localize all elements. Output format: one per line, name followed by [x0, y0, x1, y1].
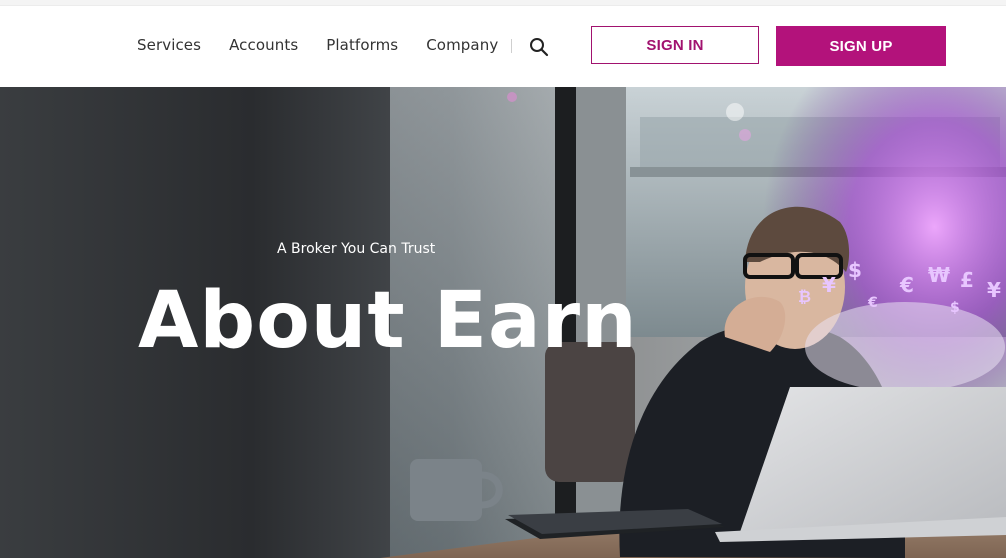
main-nav: Services Accounts Platforms Company: [137, 36, 526, 54]
currency-symbol: $: [950, 300, 960, 316]
currency-symbol: ₿: [798, 287, 811, 306]
currency-symbol: ¥: [987, 278, 1001, 302]
nav-item-services[interactable]: Services: [137, 36, 201, 54]
hero-banner: $ ¥ € ₩ £ ¥ ₿ € $ A Broker You Can Trust…: [0, 87, 1006, 558]
currency-symbol: ₩: [928, 263, 950, 287]
nav-item-company[interactable]: Company: [426, 36, 498, 54]
hero-kicker: A Broker You Can Trust: [277, 241, 436, 257]
search-icon[interactable]: [529, 37, 549, 57]
currency-symbol: €: [867, 295, 878, 311]
currency-symbol: €: [899, 273, 914, 297]
nav-item-accounts[interactable]: Accounts: [229, 36, 298, 54]
sign-in-button[interactable]: SIGN IN: [591, 26, 759, 64]
site-header: Services Accounts Platforms Company SIGN…: [0, 6, 1006, 87]
currency-symbol: ¥: [822, 273, 836, 297]
currency-symbol: $: [848, 258, 862, 282]
hero-title: About Earn: [138, 276, 638, 366]
nav-item-platforms[interactable]: Platforms: [326, 36, 398, 54]
nav-divider: [511, 39, 512, 53]
currency-symbol: £: [960, 268, 974, 292]
sign-up-button[interactable]: SIGN UP: [776, 26, 946, 66]
